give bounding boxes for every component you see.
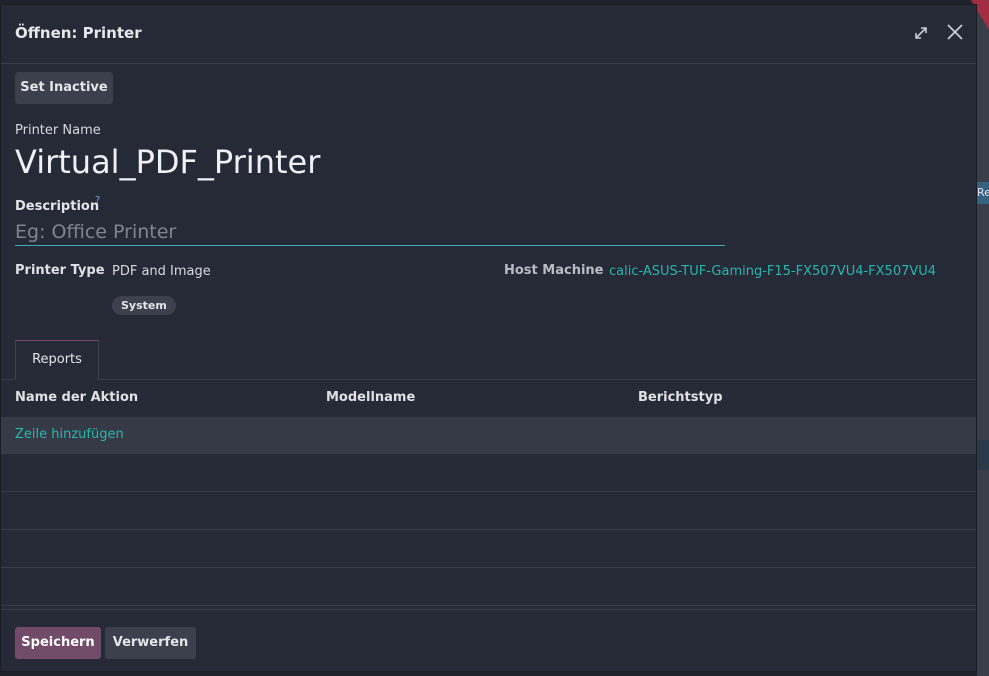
description-help-icon[interactable]: ? [95, 195, 100, 206]
save-button[interactable]: Speichern [15, 627, 101, 659]
background-tag: Re [977, 182, 989, 204]
dialog-title: Öffnen: Printer [15, 24, 142, 42]
empty-table-row [1, 568, 976, 606]
description-input[interactable] [15, 219, 725, 246]
empty-table-row [1, 454, 976, 492]
expand-icon[interactable] [913, 25, 929, 41]
column-header-action-name[interactable]: Name der Aktion [15, 390, 138, 405]
printer-dialog: Öffnen: Printer Set Inactive Printer Nam… [0, 4, 977, 672]
reports-table-header: Name der Aktion Modellname Berichtstyp [1, 380, 976, 418]
close-icon[interactable] [946, 23, 964, 41]
empty-table-row [1, 530, 976, 568]
background-bar [977, 440, 989, 470]
dialog-header: Öffnen: Printer [1, 5, 976, 64]
host-machine-label: Host Machine [504, 263, 604, 278]
empty-table-row [1, 492, 976, 530]
tab-reports[interactable]: Reports [15, 340, 99, 380]
description-label: Description [15, 199, 100, 214]
system-badge: System [112, 296, 176, 315]
notebook-tabs: Reports [1, 340, 976, 380]
dialog-footer: Speichern Verwerfen [1, 609, 976, 672]
discard-button[interactable]: Verwerfen [105, 627, 196, 659]
printer-type-label: Printer Type [15, 263, 105, 278]
background-page [977, 0, 989, 676]
printer-name-label: Printer Name [15, 123, 101, 138]
set-inactive-button[interactable]: Set Inactive [15, 72, 113, 104]
add-line-link[interactable]: Zeile hinzufügen [15, 427, 124, 442]
printer-name-field[interactable]: Virtual_PDF_Printer [15, 143, 320, 181]
add-line-row: Zeile hinzufügen [1, 417, 976, 454]
printer-type-select[interactable]: PDF and Image [112, 264, 211, 279]
column-header-report-type[interactable]: Berichtstyp [638, 390, 723, 405]
host-machine-link[interactable]: calic-ASUS-TUF-Gaming-F15-FX507VU4-FX507… [609, 264, 936, 279]
column-header-model-name[interactable]: Modellname [326, 390, 415, 405]
